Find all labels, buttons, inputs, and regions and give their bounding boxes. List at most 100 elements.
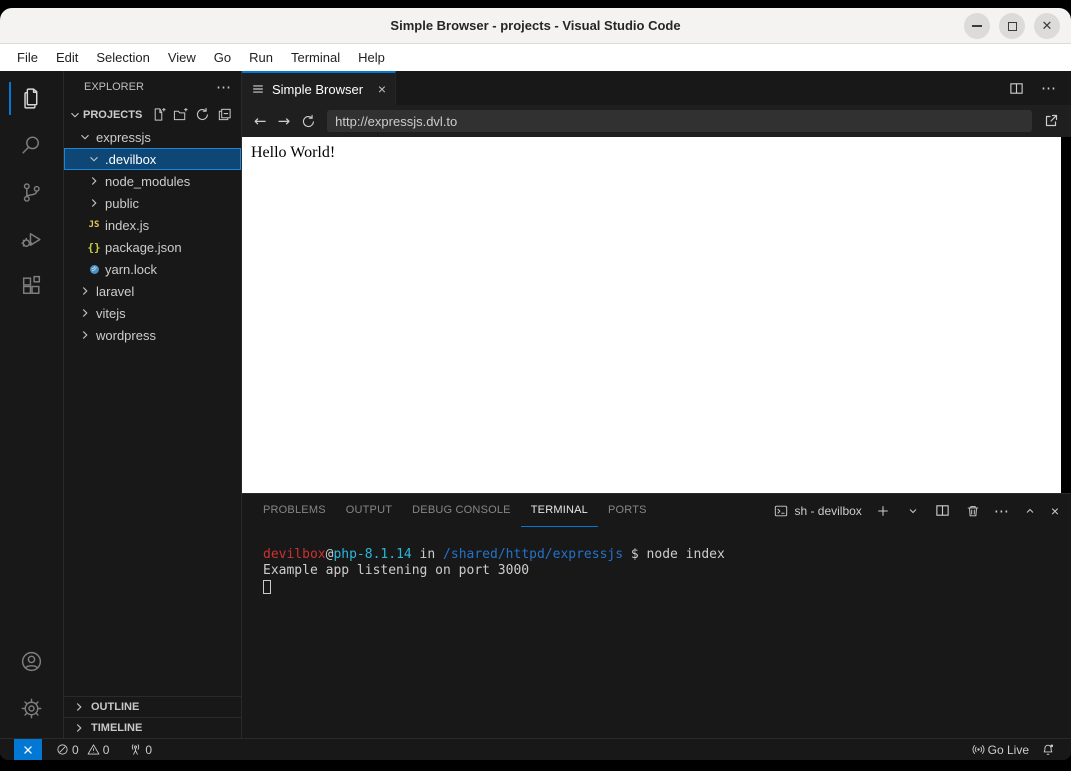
explorer-more-actions-icon[interactable]: ⋯: [216, 78, 231, 96]
new-folder-icon[interactable]: [171, 107, 189, 123]
new-terminal-icon[interactable]: [874, 502, 892, 520]
terminal-profile[interactable]: sh - devilbox: [774, 503, 862, 518]
close-icon: ✕: [1041, 18, 1053, 33]
tree-item-vitejs[interactable]: vitejs: [64, 302, 241, 324]
ports-status[interactable]: 0: [123, 739, 158, 761]
activity-run-debug[interactable]: [0, 216, 63, 263]
refresh-icon[interactable]: [193, 107, 211, 123]
menu-selection[interactable]: Selection: [87, 47, 158, 68]
activity-accounts[interactable]: [0, 638, 63, 685]
chevron-right-icon: [86, 196, 102, 210]
tab-label: Simple Browser: [272, 81, 364, 97]
tree-item-yarn-lock[interactable]: yarn.lock: [64, 258, 241, 280]
panel-tab-terminal[interactable]: TERMINAL: [520, 494, 598, 527]
split-editor-icon[interactable]: [1007, 79, 1025, 97]
tree-item-public[interactable]: public: [64, 192, 241, 214]
list-flat-icon: [251, 82, 265, 96]
problems-status[interactable]: 0 0: [50, 739, 115, 761]
go-live-label: Go Live: [987, 742, 1029, 757]
chevron-down-icon: [86, 152, 102, 166]
tree-item-package-json[interactable]: {} package.json: [64, 236, 241, 258]
notifications-button[interactable]: [1035, 739, 1061, 761]
forward-arrow-icon[interactable]: →: [278, 112, 291, 130]
panel-tab-output[interactable]: OUTPUT: [336, 494, 402, 527]
open-external-icon[interactable]: [1043, 113, 1059, 129]
tree-item-label: yarn.lock: [105, 261, 158, 277]
scrollbar-track[interactable]: [1061, 137, 1071, 493]
close-button[interactable]: ✕: [1034, 13, 1060, 39]
json-file-icon: {}: [87, 240, 101, 254]
terminal-line: Example app listening on port 3000: [263, 563, 530, 578]
menu-terminal[interactable]: Terminal: [282, 47, 349, 68]
editor-more-actions-icon[interactable]: ⋯: [1041, 79, 1056, 97]
activity-settings[interactable]: [0, 685, 63, 732]
minimize-button[interactable]: [964, 13, 990, 39]
remote-indicator[interactable]: [14, 738, 42, 760]
reload-icon[interactable]: [301, 114, 316, 129]
menu-run[interactable]: Run: [240, 47, 282, 68]
terminal-dropdown-icon[interactable]: [904, 502, 922, 520]
panel-tab-debug-console[interactable]: DEBUG CONSOLE: [402, 494, 521, 527]
panel-tab-problems[interactable]: PROBLEMS: [253, 494, 336, 527]
back-arrow-icon[interactable]: ←: [254, 112, 267, 130]
terminal-cursor: [263, 580, 271, 594]
panel-actions: sh - devilbox ⋯ ×: [774, 494, 1059, 527]
status-bar: 0 0 0 Go Live: [0, 738, 1071, 760]
maximize-panel-icon[interactable]: [1021, 502, 1039, 520]
editor-area: Simple Browser × ⋯ ← → http://expressjs.…: [242, 71, 1071, 738]
menu-help[interactable]: Help: [349, 47, 394, 68]
maximize-button[interactable]: [999, 13, 1025, 39]
timeline-section[interactable]: TIMELINE: [64, 717, 241, 738]
menu-edit[interactable]: Edit: [47, 47, 87, 68]
tab-close-icon[interactable]: ×: [378, 81, 386, 97]
simple-browser-viewport: Hello World!: [242, 137, 1071, 493]
tree-item-label: index.js: [105, 217, 150, 233]
menu-go[interactable]: Go: [205, 47, 240, 68]
menu-view[interactable]: View: [159, 47, 205, 68]
files-icon: [19, 86, 44, 111]
gear-icon: [19, 696, 44, 721]
error-icon: [56, 743, 69, 756]
new-file-icon[interactable]: [149, 107, 167, 123]
collapse-all-icon[interactable]: [215, 107, 233, 123]
url-input[interactable]: [327, 110, 1032, 132]
activity-extensions[interactable]: [0, 263, 63, 310]
title-bar[interactable]: Simple Browser - projects - Visual Studi…: [0, 8, 1071, 44]
tree-item-label: wordpress: [96, 327, 156, 343]
panel-more-actions-icon[interactable]: ⋯: [994, 502, 1009, 520]
projects-section-header[interactable]: PROJECTS: [64, 103, 241, 126]
search-icon: [19, 133, 44, 158]
tree-item-laravel[interactable]: laravel: [64, 280, 241, 302]
sidebar-title: EXPLORER: [84, 81, 144, 93]
chevron-right-icon: [71, 721, 87, 735]
tab-simple-browser[interactable]: Simple Browser ×: [242, 71, 396, 105]
panel-tab-ports[interactable]: PORTS: [598, 494, 657, 527]
tree-item-expressjs[interactable]: expressjs: [64, 126, 241, 148]
terminal-icon: [774, 504, 788, 518]
activity-search[interactable]: [0, 122, 63, 169]
remote-icon: [21, 743, 35, 757]
split-terminal-icon[interactable]: [934, 502, 952, 520]
menu-file[interactable]: File: [8, 47, 47, 68]
go-live-button[interactable]: Go Live: [966, 739, 1035, 761]
tree-item-index-js[interactable]: JS index.js: [64, 214, 241, 236]
js-file-icon: JS: [88, 220, 100, 230]
bottom-panel: PROBLEMS OUTPUT DEBUG CONSOLE TERMINAL P…: [242, 493, 1071, 738]
kill-terminal-icon[interactable]: [964, 502, 982, 520]
menu-bar: File Edit Selection View Go Run Terminal…: [0, 44, 1071, 71]
chevron-right-icon: [77, 306, 93, 320]
warning-icon: [87, 743, 100, 756]
terminal-profile-label: sh - devilbox: [794, 503, 862, 518]
projects-section-label: PROJECTS: [83, 108, 143, 121]
tree-item-label: .devilbox: [105, 151, 157, 167]
terminal-output[interactable]: devilbox@php-8.1.14 in /shared/httpd/exp…: [242, 527, 1071, 738]
outline-section[interactable]: OUTLINE: [64, 696, 241, 717]
tree-item-node-modules[interactable]: node_modules: [64, 170, 241, 192]
chevron-right-icon: [71, 700, 87, 714]
terminal-line: devilbox@php-8.1.14 in /shared/httpd/exp…: [263, 547, 725, 562]
tree-item-devilbox[interactable]: .devilbox: [64, 148, 241, 170]
activity-source-control[interactable]: [0, 169, 63, 216]
activity-explorer[interactable]: [0, 75, 63, 122]
close-panel-icon[interactable]: ×: [1051, 503, 1059, 519]
tree-item-wordpress[interactable]: wordpress: [64, 324, 241, 346]
